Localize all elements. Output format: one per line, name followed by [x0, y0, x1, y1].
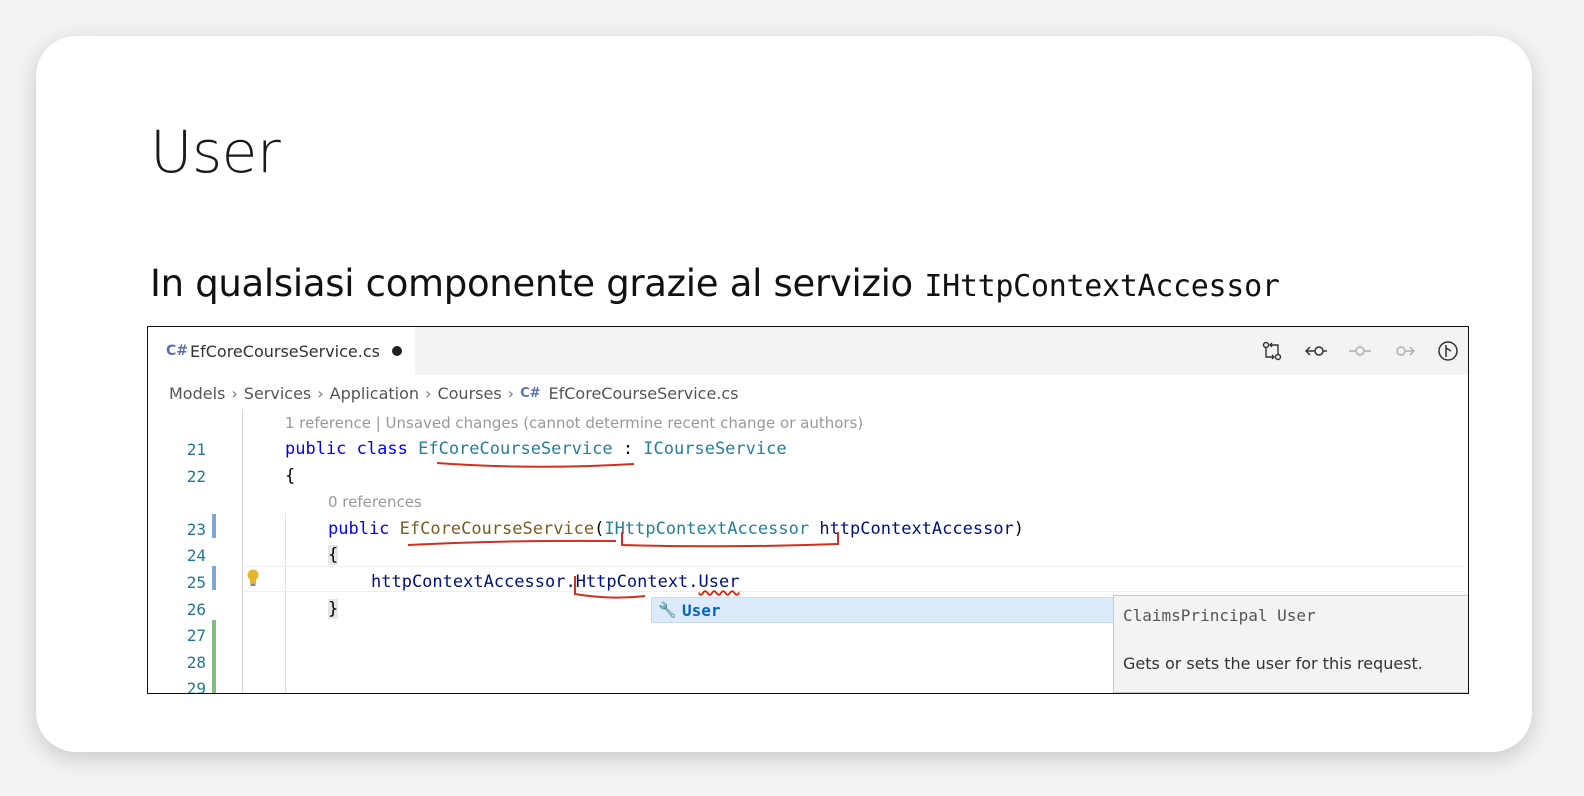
- code-lens-ctor[interactable]: 0 references: [328, 493, 422, 511]
- line-number: 27: [186, 626, 206, 645]
- tab-label: EfCoreCourseService.cs: [190, 341, 380, 361]
- class-name: EfCoreCourseService: [418, 439, 613, 459]
- code-text: {: [285, 466, 296, 486]
- paren-close: ): [1013, 519, 1025, 539]
- chevron-right-icon: ›: [317, 383, 324, 403]
- git-compare-icon[interactable]: [1260, 339, 1284, 363]
- go-forward-icon[interactable]: [1392, 339, 1416, 363]
- constructor-name: EfCoreCourseService: [399, 519, 595, 539]
- code-line-23: 23 public EfCoreCourseService(IHttpConte…: [148, 516, 1468, 542]
- go-back-icon[interactable]: [1304, 339, 1328, 363]
- csharp-file-icon: C#: [520, 385, 541, 401]
- identifier-accessor: httpContextAccessor: [371, 572, 566, 592]
- breadcrumb: Models › Services › Application › Course…: [169, 381, 739, 405]
- keyword-public: public: [328, 519, 390, 539]
- breadcrumb-item-models[interactable]: Models: [169, 384, 225, 403]
- details-signature: ClaimsPrincipal User: [1123, 606, 1316, 625]
- paren-open: (: [594, 519, 605, 539]
- interface-name: ICourseService: [643, 439, 787, 459]
- git-history-icon[interactable]: [1436, 339, 1460, 363]
- code-line-24: 24 {: [148, 542, 1468, 568]
- code-text[interactable]: httpContextAccessor.HttpContext.User: [371, 572, 739, 592]
- subtitle-code: IHttpContextAccessor: [924, 269, 1280, 304]
- code-line-25: 25 httpContextAccessor.HttpContext.User: [148, 569, 1468, 595]
- suggestion-label: User: [682, 600, 721, 620]
- code-line-22: 22 {: [148, 463, 1468, 489]
- wrench-icon: 🔧: [658, 601, 677, 619]
- csharp-file-icon: C#: [166, 343, 189, 359]
- code-text: public EfCoreCourseService(IHttpContextA…: [328, 519, 1024, 539]
- parameter-name: httpContextAccessor: [809, 519, 1014, 539]
- line-number: 22: [186, 467, 206, 486]
- line-number: 25: [186, 573, 206, 592]
- code-lens-class[interactable]: 1 reference | Unsaved changes (cannot de…: [285, 414, 863, 432]
- unsaved-dot-icon[interactable]: [391, 346, 402, 356]
- code-editor: C# EfCoreCourseService.cs Models › Servi…: [147, 326, 1469, 694]
- breadcrumb-item-application[interactable]: Application: [330, 384, 419, 403]
- breadcrumb-item-file[interactable]: EfCoreCourseService.cs: [549, 384, 739, 403]
- subtitle-text: In qualsiasi componente grazie al serviz…: [150, 262, 925, 305]
- bracket-match: {: [328, 545, 339, 565]
- keyword-class: class: [356, 439, 408, 459]
- line-number: 28: [186, 653, 206, 672]
- chevron-right-icon: ›: [425, 383, 432, 403]
- colon-separator: :: [612, 439, 644, 459]
- line-number: 24: [186, 546, 206, 565]
- slide-subtitle: In qualsiasi componente grazie al serviz…: [150, 262, 1280, 305]
- breadcrumb-item-services[interactable]: Services: [244, 384, 311, 403]
- tab-bar: C# EfCoreCourseService.cs: [148, 327, 1468, 375]
- chevron-right-icon: ›: [231, 383, 238, 403]
- parameter-type: IHttpContextAccessor: [604, 519, 810, 539]
- keyword-public: public: [285, 439, 347, 459]
- suggestion-details: ClaimsPrincipal User Gets or sets the us…: [1113, 595, 1468, 693]
- line-number: 26: [186, 600, 206, 619]
- member-httpcontext: .HttpContext.: [565, 572, 699, 592]
- line-number: 23: [186, 520, 206, 539]
- editor-toolbar: [1260, 339, 1460, 363]
- slide-title: User: [150, 118, 281, 186]
- line-number: 21: [186, 440, 206, 459]
- tab-efcorecourseservice[interactable]: C# EfCoreCourseService.cs: [148, 327, 415, 375]
- breadcrumb-item-courses[interactable]: Courses: [437, 384, 501, 403]
- line-number: 29: [186, 679, 206, 694]
- code-text: public class EfCoreCourseService : ICour…: [285, 439, 787, 459]
- suggestion-item-user[interactable]: 🔧 User: [651, 597, 1115, 623]
- bracket-match: }: [328, 599, 339, 619]
- details-documentation: Gets or sets the user for this request.: [1123, 654, 1423, 673]
- git-commit-icon[interactable]: [1348, 339, 1372, 363]
- member-user: User: [698, 572, 740, 592]
- chevron-right-icon: ›: [507, 383, 515, 403]
- lightbulb-icon[interactable]: [246, 569, 260, 587]
- code-line-21: 21 public class EfCoreCourseService : IC…: [148, 436, 1468, 462]
